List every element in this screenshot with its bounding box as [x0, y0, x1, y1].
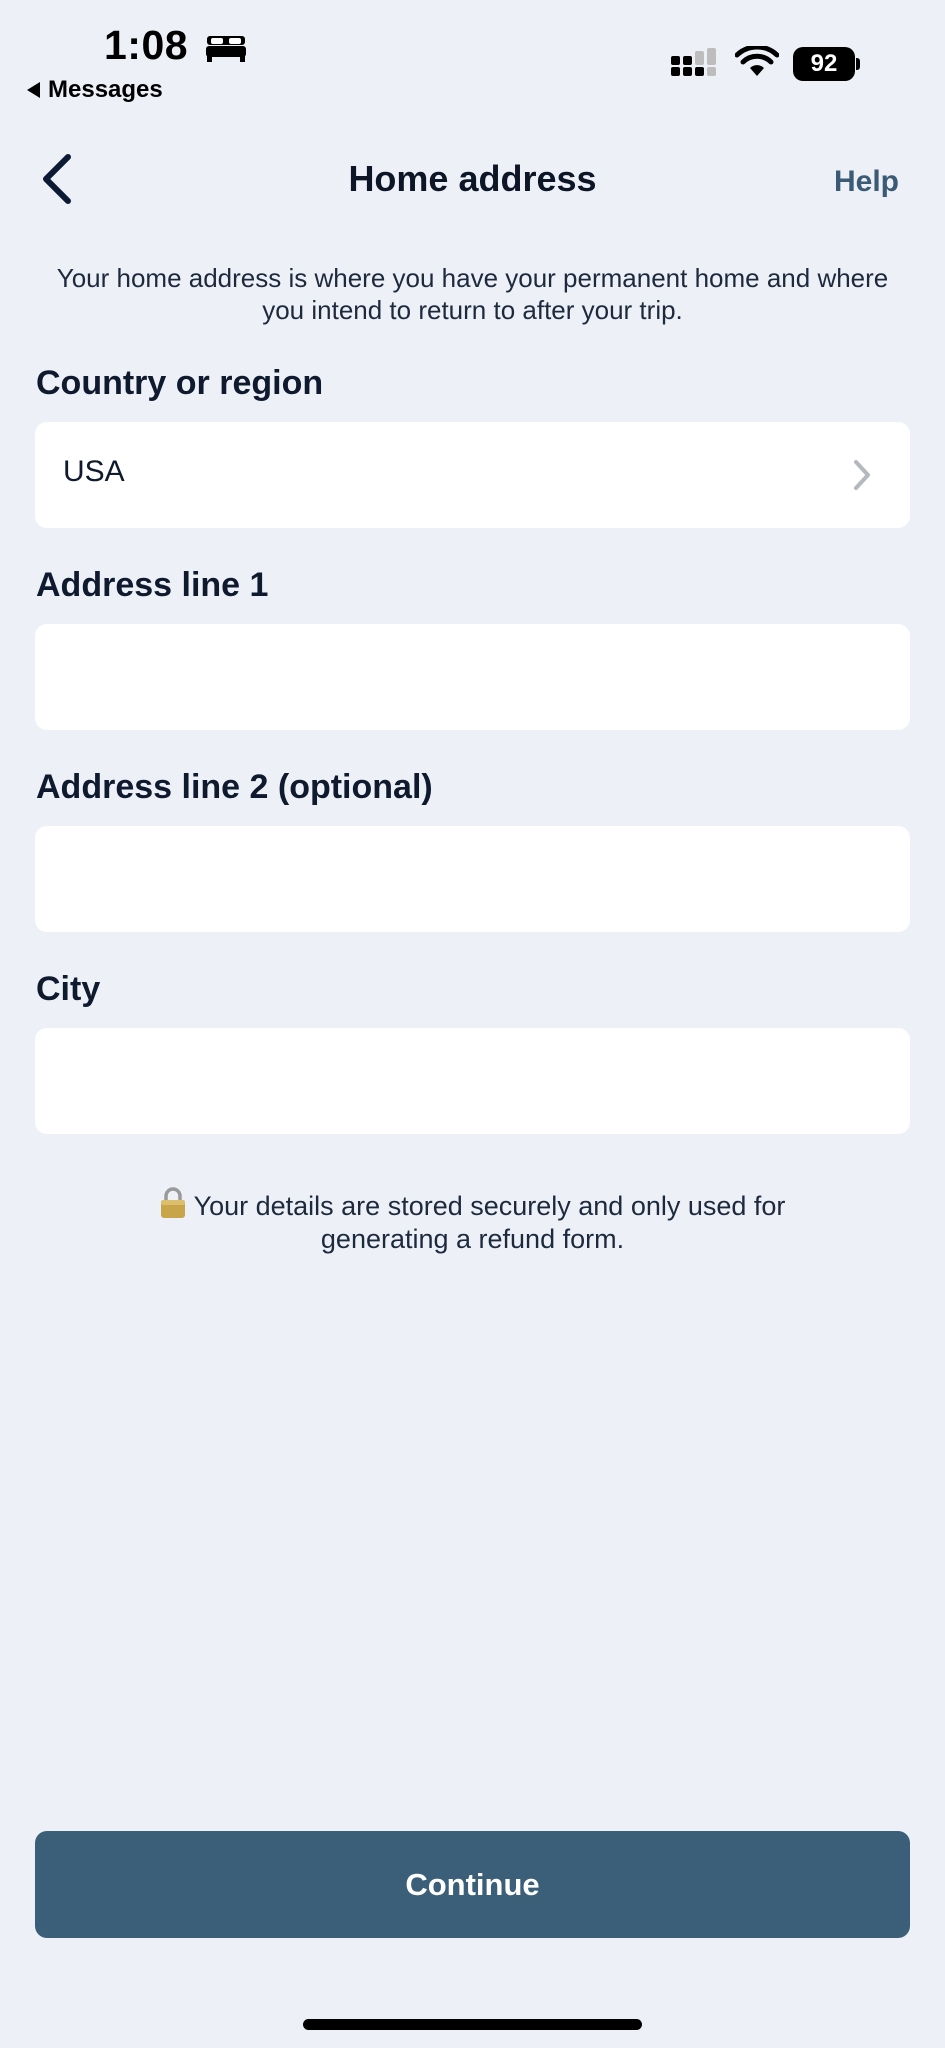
status-time: 1:08 [104, 22, 189, 68]
country-select[interactable]: USA [35, 422, 910, 528]
page-title: Home address [348, 158, 597, 199]
address-line-1-input[interactable] [35, 624, 910, 730]
wifi-icon [735, 46, 779, 76]
city-field[interactable] [35, 1028, 910, 1134]
address-line-1-label: Address line 1 [36, 566, 269, 604]
home-address-screen: 1:08 Messages 92 Home address Help Your … [0, 0, 945, 2048]
chevron-right-icon [854, 460, 870, 490]
back-app-label: Messages [48, 76, 163, 103]
secure-note: Your details are stored securely and onl… [120, 1187, 825, 1256]
intro-text: Your home address is where you have your… [56, 263, 889, 325]
address-line-2-field[interactable] [35, 826, 910, 932]
country-value: USA [63, 455, 125, 488]
country-label: Country or region [36, 364, 324, 402]
battery-tip [856, 58, 860, 70]
address-line-2-label: Address line 2 (optional) [36, 768, 433, 806]
help-link[interactable]: Help [834, 165, 899, 199]
city-input[interactable] [35, 1028, 910, 1134]
address-line-2-input[interactable] [35, 826, 910, 932]
address-line-1-field[interactable] [35, 624, 910, 730]
continue-button[interactable]: Continue [35, 1831, 910, 1938]
home-indicator [303, 2019, 642, 2030]
secure-note-text: Your details are stored securely and onl… [193, 1191, 786, 1254]
lock-icon [160, 1187, 185, 1218]
back-to-messages[interactable]: Messages [27, 76, 163, 104]
battery-indicator: 92 [793, 47, 861, 81]
cellular-signal-icon [671, 48, 716, 76]
battery-level: 92 [793, 47, 855, 81]
bed-icon [206, 36, 246, 62]
city-label: City [36, 970, 101, 1008]
back-triangle-icon [27, 82, 40, 98]
